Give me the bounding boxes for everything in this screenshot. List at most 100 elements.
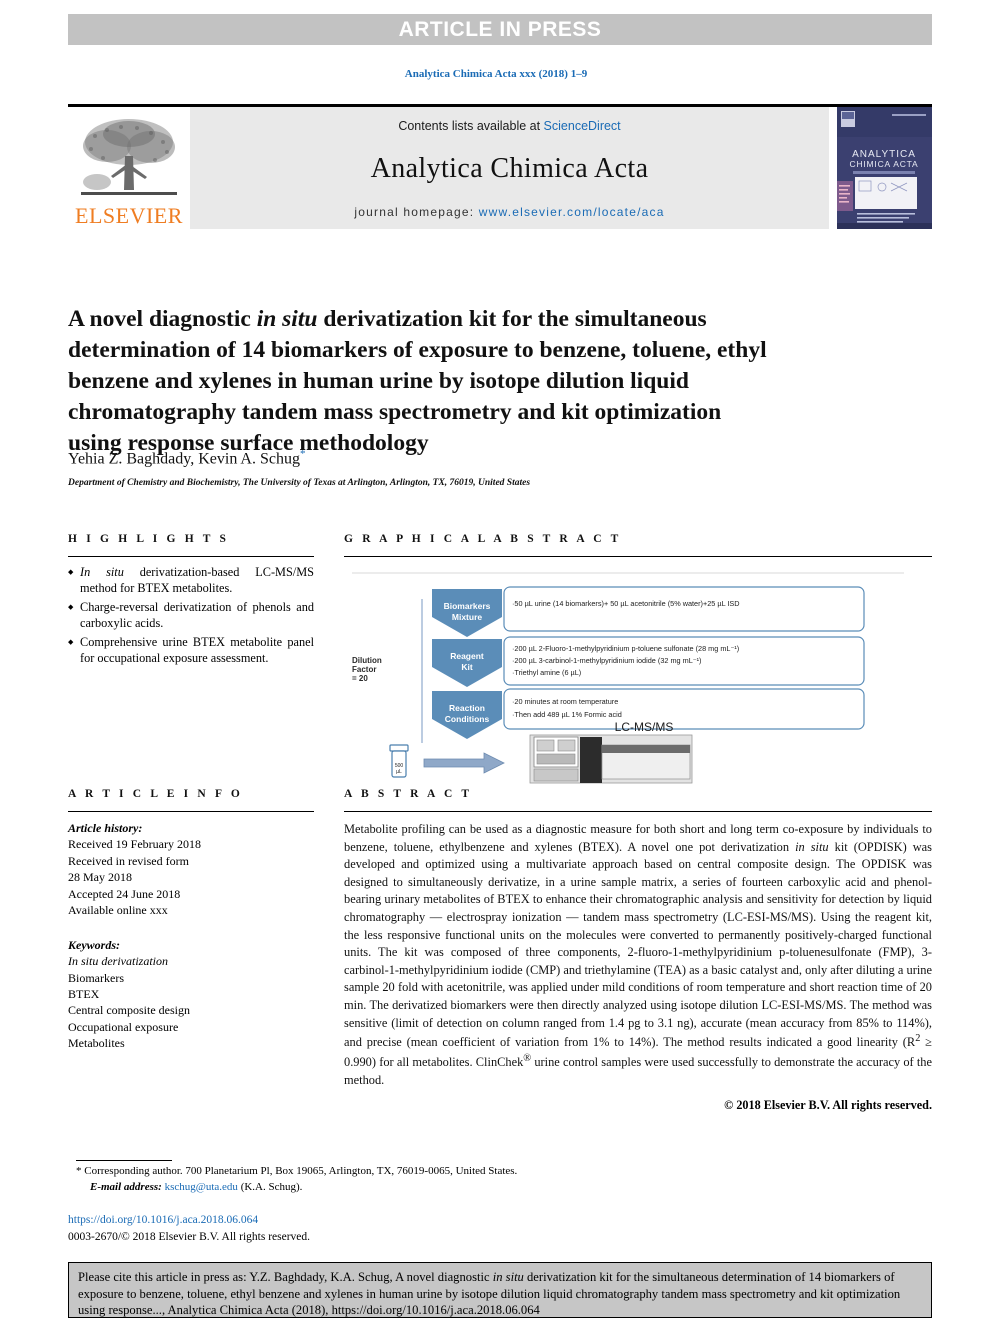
footnotes-section: * Corresponding author. 700 Planetarium … [76,1164,636,1196]
highlights-section: H I G H L I G H T S In situ derivatizati… [68,533,314,669]
article-history-label: Article history: [68,821,143,835]
keyword-item: In situ derivatization [68,953,314,969]
keywords-block: Keywords: In situ derivatization Biomark… [68,937,314,1052]
history-line: 28 May 2018 [68,870,132,885]
step-1-callout: ·50 µL urine (14 biomarkers)+ 50 µL acet… [503,586,865,632]
abstract-part-2: kit (OPDISK) was developed and optimized… [344,839,932,1050]
abstract-section: A B S T R A C T Metabolite profiling can… [344,788,932,1113]
title-italic-in-situ: in situ [256,305,318,332]
step-3-callout: ·20 minutes at room temperature ·Then ad… [503,688,865,730]
elsevier-wordmark: ELSEVIER [75,203,183,228]
highlight-text-2: Comprehensive urine BTEX metabolite pane… [80,634,314,666]
sciencedirect-link[interactable]: ScienceDirect [544,119,621,133]
highlights-heading: H I G H L I G H T S [68,533,230,545]
article-info-heading: A R T I C L E I N F O [68,788,243,800]
list-item: In situ derivatization-based LC-MS/MS me… [68,564,314,597]
step-3-line-1: ·20 minutes at room temperature [512,697,618,706]
masthead-center: Contents lists available at ScienceDirec… [190,107,829,229]
highlights-divider [68,556,314,557]
step-2-line-1: ·200 µL 2-Fluoro-1-methylpyridinium p-to… [512,644,739,653]
journal-title: Analytica Chimica Acta [370,153,649,184]
keyword-item: Occupational exposure [68,1019,179,1034]
abstract-copyright: © 2018 Elsevier B.V. All rights reserved… [724,1098,932,1113]
journal-cover-thumbnail: ANALYTICA CHIMICA ACTA [837,107,932,229]
keywords-label: Keywords: [68,937,120,952]
footnote-star-marker: * [76,1165,82,1177]
history-line: Received in revised form [68,853,189,868]
article-in-press-label: ARTICLE IN PRESS [398,17,602,41]
instrument-label: LC-MS/MS [615,720,674,734]
abstract-heading: A B S T R A C T [344,788,473,800]
step-1-line-1: ·50 µL urine (14 biomarkers)+ 50 µL acet… [512,599,740,608]
contents-prefix: Contents lists available at [398,119,544,133]
svg-text:Biomarkers: Biomarkers [444,601,491,611]
paper-page: ARTICLE IN PRESS Analytica Chimica Acta … [0,0,992,1323]
svg-text:CHIMICA ACTA: CHIMICA ACTA [850,159,919,169]
elsevier-logo: ELSEVIER [68,107,190,229]
history-line: Accepted 24 June 2018 [68,886,181,901]
abstract-divider [344,811,932,812]
footnote-divider [76,1160,172,1161]
registered-trademark-superscript: ® [523,1053,532,1065]
svg-text:Reaction: Reaction [449,703,485,713]
corresponding-author-note: * Corresponding author. 700 Planetarium … [76,1164,636,1180]
email-note: E-mail address: kschug@uta.edu (K.A. Sch… [76,1180,636,1196]
sample-vial-icon: 500 µL [389,744,409,778]
homepage-prefix: journal homepage: [354,205,479,219]
doi-link[interactable]: https://doi.org/10.1016/j.aca.2018.06.06… [68,1212,628,1229]
article-history: Article history: Received 19 February 20… [68,820,314,919]
dilution-factor-line-2: Factor [352,665,376,674]
journal-masthead: ELSEVIER Contents lists available at Sci… [68,104,932,229]
step-3-line-2: ·Then add 489 µL 1% Formic acid [512,710,622,719]
step-2-line-2: ·200 µL 3-carbinol-1-methylpyridinium io… [512,656,701,665]
graphical-abstract-heading: G R A P H I C A L A B S T R A C T [344,533,622,545]
journal-cover-image: ANALYTICA CHIMICA ACTA [837,107,932,229]
authors-names: Yehia Z. Baghdady, Kevin A. Schug [68,450,300,468]
svg-text:Mixture: Mixture [452,612,483,622]
title-part-1: A novel diagnostic [68,305,257,332]
issn-copyright-line: 0003-2670/© 2018 Elsevier B.V. All right… [68,1231,311,1244]
highlight-italic-0: In situ [80,565,124,579]
step-2-callout: ·200 µL 2-Fluoro-1-methylpyridinium p-to… [503,636,865,686]
journal-homepage-link[interactable]: www.elsevier.com/locate/aca [479,205,665,219]
step-2-line-3: ·Triethyl amine (6 µL) [512,668,581,677]
article-info-section: A R T I C L E I N F O Article history: R… [68,788,314,1052]
highlights-list: In situ derivatization-based LC-MS/MS me… [68,564,314,667]
svg-text:µL: µL [396,769,402,775]
abstract-text: Metabolite profiling can be used as a di… [344,821,932,1089]
dilution-factor-line-3: = 20 [352,674,368,683]
affiliation: Department of Chemistry and Biochemistry… [68,478,531,488]
email-link[interactable]: kschug@uta.edu [165,1181,238,1193]
keyword-item: BTEX [68,986,100,1001]
article-info-divider [68,811,314,812]
citation-part-1: Please cite this article in press as: Y.… [78,1270,493,1284]
contents-line: Contents lists available at ScienceDirec… [398,119,620,133]
svg-text:Kit: Kit [461,662,473,672]
history-line: Received 19 February 2018 [68,837,201,852]
list-item: Comprehensive urine BTEX metabolite pane… [68,634,314,667]
keyword-item: Metabolites [68,1036,125,1051]
email-suffix: (K.A. Schug). [237,1180,303,1193]
dilution-factor-line-1: Dilution [352,656,382,665]
corresponding-author-text: Corresponding author. 700 Planetarium Pl… [84,1165,518,1177]
email-label: E-mail address: [90,1180,162,1193]
keyword-item: Central composite design [68,1003,190,1018]
article-in-press-banner: ARTICLE IN PRESS [68,14,932,45]
svg-text:Conditions: Conditions [445,714,490,724]
abstract-italic-in-situ: in situ [795,839,829,854]
elsevier-tree-icon [81,119,177,195]
running-head: Analytica Chimica Acta xxx (2018) 1–9 [404,68,588,80]
highlight-text-1: Charge-reversal derivatization of phenol… [80,599,314,631]
graphical-abstract-divider [344,556,932,557]
workflow-diagram: Dilution Factor = 20 Biomarkers Mixture … [344,567,932,785]
citation-italic-in-situ: in situ [492,1270,524,1284]
graphical-abstract-figure: Dilution Factor = 20 Biomarkers Mixture … [344,567,932,785]
svg-text:Reagent: Reagent [450,651,484,661]
list-item: Charge-reversal derivatization of phenol… [68,599,314,632]
graphical-abstract-section: G R A P H I C A L A B S T R A C T Diluti… [344,533,932,785]
citation-box: Please cite this article in press as: Y.… [68,1262,932,1318]
corresponding-author-marker: * [299,448,306,460]
journal-homepage-line: journal homepage: www.elsevier.com/locat… [354,205,664,219]
keyword-italic: In situ derivatization [68,954,168,969]
history-line: Available online xxx [68,903,168,918]
